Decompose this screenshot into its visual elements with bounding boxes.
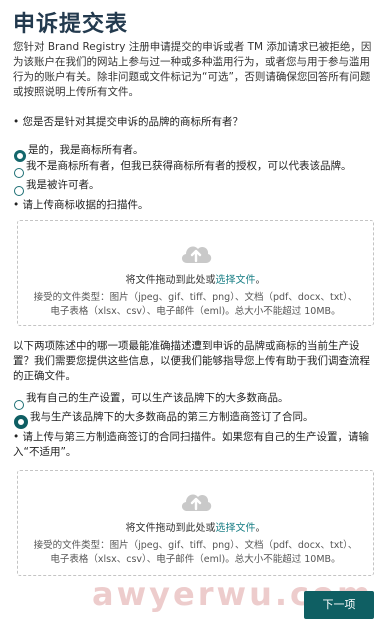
- appeal-form: 申诉提交表 您针对 Brand Registry 注册申请提交的申诉或者 TM …: [0, 0, 388, 624]
- cloud-upload-icon: [179, 241, 213, 265]
- radio-icon[interactable]: [14, 186, 24, 196]
- upload2-types-line1: 接受的文件类型：图片（jpeg、gif、tiff、png）、文档（pdf、doc…: [33, 540, 358, 551]
- upload2-drag-text: 将文件拖动到此处或: [125, 523, 216, 534]
- upload2-dropzone[interactable]: 将文件拖动到此处或选择文件。 接受的文件类型：图片（jpeg、gif、tiff、…: [17, 470, 374, 576]
- question2-label: 以下两项陈述中的哪一项最能准确描述遭到申诉的品牌或商标的当前生产设置？我们需要您…: [13, 340, 370, 382]
- next-button[interactable]: 下一项: [304, 591, 374, 619]
- q2-option-2-label: 我与生产该品牌下的大多数商品的第三方制造商签订了合同。: [30, 410, 314, 423]
- upload1-dropzone[interactable]: 将文件拖动到此处或选择文件。 接受的文件类型：图片（jpeg、gif、tiff、…: [17, 220, 374, 326]
- upload2-end: 。: [255, 523, 266, 534]
- q2-option-2[interactable]: 我与生产该品牌下的大多数商品的第三方制造商签订了合同。: [14, 403, 314, 429]
- upload1-types-line1: 接受的文件类型：图片（jpeg、gif、tiff、png）、文档（pdf、doc…: [33, 292, 358, 303]
- upload2-types-line2: 电子表格（xlsx、csv）、电子邮件（eml)。总大小不能超过 10MB。: [50, 554, 341, 565]
- upload1-file-types: 接受的文件类型：图片（jpeg、gif、tiff、png）、文档（pdf、doc…: [18, 291, 373, 319]
- question1-label: • 您是否是针对其提交申诉的品牌的商标所有者？: [13, 116, 244, 128]
- page-title: 申诉提交表: [13, 12, 129, 37]
- q1-option-3[interactable]: 我是被许可者。: [14, 172, 100, 196]
- upload1-drag-text: 将文件拖动到此处或: [125, 275, 216, 286]
- upload2-select-file-link[interactable]: 选择文件: [216, 523, 256, 534]
- intro-text: 您针对 Brand Registry 注册申请提交的申诉或者 TM 添加请求已被…: [13, 41, 372, 98]
- upload1-types-line2: 电子表格（xlsx、csv）、电子邮件（eml)。总大小不能超过 10MB。: [50, 306, 341, 317]
- q1-option-2-label: 我不是商标所有者，但我已获得商标所有者的授权，可以代表该品牌。: [26, 160, 352, 172]
- cloud-upload-icon: [179, 489, 213, 513]
- q1-option-3-label: 我是被许可者。: [26, 178, 100, 191]
- upload1-label: • 请上传商标收据的扫描件。: [13, 199, 149, 211]
- upload1-select-file-link[interactable]: 选择文件: [216, 275, 256, 286]
- radio-selected-icon[interactable]: [14, 415, 28, 429]
- upload1-instruction: 将文件拖动到此处或选择文件。: [18, 271, 373, 286]
- upload2-instruction: 将文件拖动到此处或选择文件。: [18, 519, 373, 534]
- upload2-label: • 请上传与第三方制造商签订的合同扫描件。如果您有自己的生产设置，请输入“不适用…: [13, 431, 370, 458]
- upload1-end: 。: [255, 275, 266, 286]
- upload2-file-types: 接受的文件类型：图片（jpeg、gif、tiff、png）、文档（pdf、doc…: [18, 539, 373, 567]
